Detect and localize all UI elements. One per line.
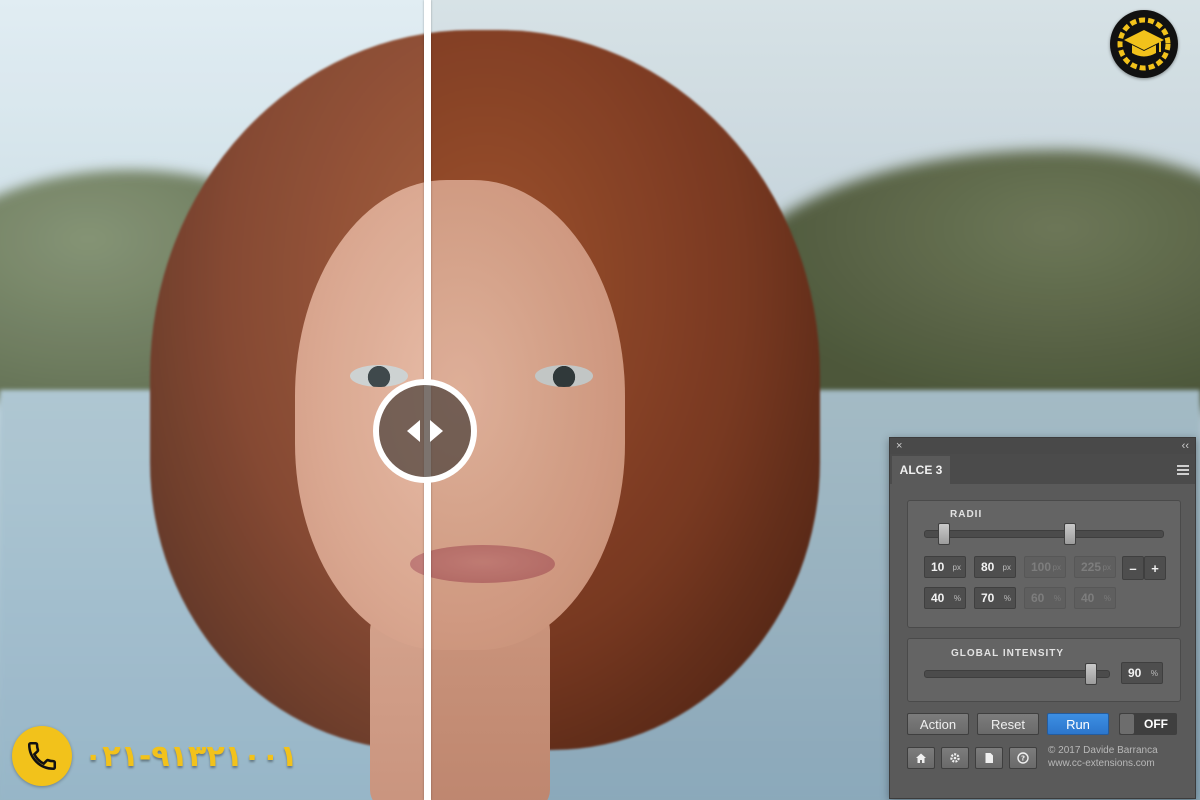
radii-slider-track[interactable]	[924, 530, 1164, 538]
arrow-right-icon	[430, 420, 443, 442]
intensity-slider-thumb[interactable]	[1084, 663, 1097, 685]
action-button[interactable]: Action	[907, 713, 969, 735]
radii-slider-thumb-min[interactable]	[938, 523, 951, 545]
credits-website[interactable]: www.cc-extensions.com	[1048, 757, 1158, 770]
tab-alce[interactable]: ALCE 3	[892, 456, 950, 484]
settings-button[interactable]	[941, 747, 969, 769]
alce-panel: × ‹‹ ALCE 3 RADII 10 px 80 px 100 px 225 px …	[889, 437, 1196, 799]
toggle-knob	[1120, 714, 1134, 734]
toggle-label: OFF	[1144, 717, 1168, 731]
credits: © 2017 Davide Barranca www.cc-extensions…	[1048, 744, 1158, 770]
svg-text:?: ?	[1021, 755, 1025, 763]
radius-input-4: 225 px	[1074, 556, 1116, 578]
radii-slider-thumb-max[interactable]	[1064, 523, 1077, 545]
home-icon	[916, 753, 926, 763]
document-button[interactable]	[975, 747, 1003, 769]
compare-handle[interactable]	[373, 379, 477, 483]
percent-input-3: 60%	[1024, 587, 1066, 609]
home-button[interactable]	[907, 747, 935, 769]
minus-button[interactable]: –	[1122, 556, 1144, 580]
graduation-cap-icon	[1117, 17, 1171, 71]
before-side	[0, 0, 428, 800]
percent-input-4: 40%	[1074, 587, 1116, 609]
global-intensity-section: GLOBAL INTENSITY 90%	[907, 638, 1181, 702]
intensity-title: GLOBAL INTENSITY	[951, 648, 1065, 659]
panel-tab-row: ALCE 3	[890, 454, 1195, 484]
radius-input-3: 100 px	[1024, 556, 1066, 578]
radius-input-2[interactable]: 80 px	[974, 556, 1016, 578]
collapse-icon[interactable]: ‹‹	[1182, 440, 1189, 452]
credits-copyright: © 2017 Davide Barranca	[1048, 745, 1158, 756]
panel-titlebar: × ‹‹	[890, 438, 1195, 454]
close-icon[interactable]: ×	[896, 440, 902, 452]
phone-icon[interactable]	[12, 726, 72, 786]
help-button[interactable]: ?	[1009, 747, 1037, 769]
document-icon	[985, 753, 993, 763]
panel-menu-icon[interactable]	[1177, 465, 1189, 475]
on-off-toggle[interactable]: OFF	[1119, 713, 1177, 735]
radii-section: RADII 10 px 80 px 100 px 225 px – + 40% 70% …	[907, 500, 1181, 628]
percent-input-1[interactable]: 40%	[924, 587, 966, 609]
reset-button[interactable]: Reset	[977, 713, 1039, 735]
phone-contact: ۰۲۱-۹۱۳۲۱۰۰۱	[12, 726, 298, 786]
radii-title: RADII	[950, 509, 983, 520]
intensity-slider-track[interactable]	[924, 670, 1110, 678]
phone-number: ۰۲۱-۹۱۳۲۱۰۰۱	[84, 738, 298, 774]
gear-icon	[950, 753, 960, 763]
radius-input-1[interactable]: 10 px	[924, 556, 966, 578]
percent-input-2[interactable]: 70%	[974, 587, 1016, 609]
arrow-left-icon	[407, 420, 420, 442]
plus-button[interactable]: +	[1144, 556, 1166, 580]
graduation-cap-logo	[1110, 10, 1178, 78]
help-icon: ?	[1017, 752, 1029, 764]
run-button[interactable]: Run	[1047, 713, 1109, 735]
intensity-input[interactable]: 90%	[1121, 662, 1163, 684]
